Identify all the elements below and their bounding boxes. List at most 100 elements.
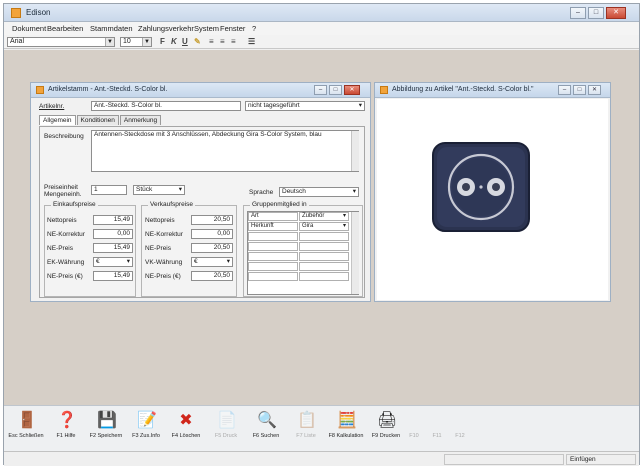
maximize-button[interactable]: □ [329, 85, 342, 95]
chevron-down-icon: ▾ [342, 223, 346, 229]
tab-konditionen[interactable]: Konditionen [76, 115, 119, 125]
vk-waehrung-label: VK-Währung [145, 259, 183, 266]
menu-zahlungsverkehr[interactable]: Zahlungsverkehr [138, 24, 194, 33]
vk-nettopreis-label: Nettopreis [145, 217, 175, 224]
vk-waehrung-value: € [194, 258, 198, 265]
tab-anmerkung[interactable]: Anmerkung [119, 115, 162, 125]
font-size-select[interactable]: 10 ▼ [120, 37, 152, 47]
toolbar-label: F7 Liste [296, 433, 316, 439]
f1-help-button[interactable]: ❓ F1 Hilfe [46, 412, 86, 439]
gruppen-key[interactable] [248, 262, 298, 271]
align-left-icon[interactable]: ≡ [209, 37, 214, 46]
gruppen-key[interactable] [248, 242, 298, 251]
close-button[interactable]: ✕ [606, 7, 626, 19]
gruppen-key[interactable] [248, 232, 298, 241]
chevron-down-icon: ▾ [178, 186, 182, 193]
gruppen-value[interactable]: Zubehör ▾ [299, 212, 349, 221]
align-right-icon[interactable]: ≡ [231, 37, 236, 46]
minimize-button[interactable]: ‒ [570, 7, 586, 19]
bullet-list-icon[interactable]: ☰ [248, 37, 255, 46]
sprache-select[interactable]: Deutsch ▾ [279, 187, 359, 197]
font-select[interactable]: Arial ▼ [7, 37, 115, 47]
f6-search-button[interactable]: 🔍 F6 Suchen [246, 412, 286, 439]
ek-waehrung-value: € [96, 258, 100, 265]
menu-system[interactable]: System [194, 24, 219, 33]
menu-help[interactable]: ? [252, 24, 256, 33]
align-center-icon[interactable]: ≡ [220, 37, 225, 46]
einkaufspreise-title: Einkaufspreise [51, 201, 98, 208]
chevron-down-icon: ▾ [226, 258, 230, 265]
esc-close-button[interactable]: 🚪 Esc Schließen [6, 412, 46, 439]
tab-allgemein[interactable]: Allgemein [39, 115, 76, 125]
vk-waehrung-select[interactable]: € ▾ [191, 257, 233, 267]
mengeneinheit-label: Mengeneinh. [44, 191, 82, 198]
f7-list-button[interactable]: 📋 F7 Liste [286, 412, 326, 439]
toolbar-label: F3 Zus.Info [132, 433, 160, 439]
ek-nettopreis-field[interactable]: 15,49 [93, 215, 133, 225]
verkaufspreise-title: Verkaufspreise [148, 201, 195, 208]
vk-korrektur-label: NE-Korrektur [145, 231, 183, 238]
paint-icon[interactable]: ✎ [194, 37, 201, 46]
underline-button[interactable]: U [182, 37, 188, 46]
gruppen-value-text: Gira [302, 223, 314, 229]
toolbar-label: F2 Speichern [89, 433, 123, 439]
gruppen-key[interactable] [248, 272, 298, 281]
gruppen-value[interactable]: Gira ▾ [299, 222, 349, 231]
image-window: Abbildung zu Artikel "Ant.-Steckd. S-Col… [374, 82, 611, 302]
font-value: Arial [10, 38, 25, 45]
minimize-button[interactable]: ‒ [558, 85, 571, 95]
gruppen-value[interactable] [299, 252, 349, 261]
f8-calculation-button[interactable]: 🧮 F8 Kalkulation [326, 412, 366, 439]
chevron-down-icon: ▾ [126, 258, 130, 265]
f4-delete-button[interactable]: ✖ F4 Löschen [166, 412, 206, 439]
close-button[interactable]: ✕ [344, 85, 360, 95]
menu-stammdaten[interactable]: Stammdaten [90, 24, 133, 33]
gruppen-value[interactable] [299, 272, 349, 281]
f12-button[interactable]: F12 [445, 412, 475, 439]
article-tabs: Allgemein Konditionen Anmerkung [39, 115, 162, 125]
gruppen-scrollbar[interactable] [351, 212, 359, 294]
status-select[interactable]: nicht tagesgeführt ▾ [245, 101, 365, 111]
gruppen-key[interactable] [248, 252, 298, 261]
toolbar-label: F4 Löschen [171, 433, 201, 439]
status-cell [444, 454, 564, 465]
menu-dokument[interactable]: Dokument [12, 24, 46, 33]
insert-mode-indicator: Einfügen [566, 454, 636, 465]
vk-nettopreis-field[interactable]: 20,50 [191, 215, 233, 225]
image-window-titlebar: Abbildung zu Artikel "Ant.-Steckd. S-Col… [375, 83, 610, 98]
gruppen-value[interactable] [299, 242, 349, 251]
gruppen-value-text: Zubehör [302, 213, 325, 219]
artikel-field[interactable]: Ant.-Steckd. S-Color bl. [91, 101, 241, 111]
list-icon: 📋 [297, 412, 317, 429]
minimize-button[interactable]: ‒ [314, 85, 327, 95]
f5-print-preview-button[interactable]: 📄 F5 Druck [206, 412, 246, 439]
chevron-down-icon: ▼ [142, 38, 151, 46]
ek-nepreis-field[interactable]: 15,49 [93, 243, 133, 253]
menu-bearbeiten[interactable]: Bearbeiten [47, 24, 83, 33]
beschreibung-field[interactable]: Antennen-Steckdose mit 3 Anschlüssen, Ab… [91, 130, 359, 172]
beschreibung-scrollbar[interactable] [351, 131, 359, 171]
gruppen-key[interactable]: Herkunft [248, 222, 298, 231]
gruppen-value[interactable] [299, 232, 349, 241]
ek-korrektur-field[interactable]: 0,00 [93, 229, 133, 239]
maximize-button[interactable]: □ [573, 85, 586, 95]
italic-button[interactable]: K [171, 37, 177, 46]
maximize-button[interactable]: □ [588, 7, 604, 19]
vk-nepreis-eur-field[interactable]: 20,50 [191, 271, 233, 281]
close-button[interactable]: ✕ [588, 85, 601, 95]
vk-nepreis-field[interactable]: 20,50 [191, 243, 233, 253]
ek-nepreis-eur-label: NE-Preis (€) [47, 273, 83, 280]
ek-nepreis-eur-field[interactable]: 15,49 [93, 271, 133, 281]
vk-korrektur-field[interactable]: 0,00 [191, 229, 233, 239]
menu-fenster[interactable]: Fenster [220, 24, 245, 33]
ek-waehrung-select[interactable]: € ▾ [93, 257, 133, 267]
font-size-value: 10 [123, 38, 131, 45]
gruppen-key[interactable]: Art [248, 212, 298, 221]
f3-info-button[interactable]: 📝 F3 Zus.Info [126, 412, 166, 439]
bold-button[interactable]: F [160, 37, 165, 46]
gruppen-value[interactable] [299, 262, 349, 271]
mengeneinheit-field[interactable]: 1 [91, 185, 127, 195]
f2-save-button[interactable]: 💾 F2 Speichern [86, 412, 126, 439]
einheit-select[interactable]: Stück ▾ [133, 185, 185, 195]
title-bar: Edison ‒ □ ✕ [4, 4, 639, 22]
